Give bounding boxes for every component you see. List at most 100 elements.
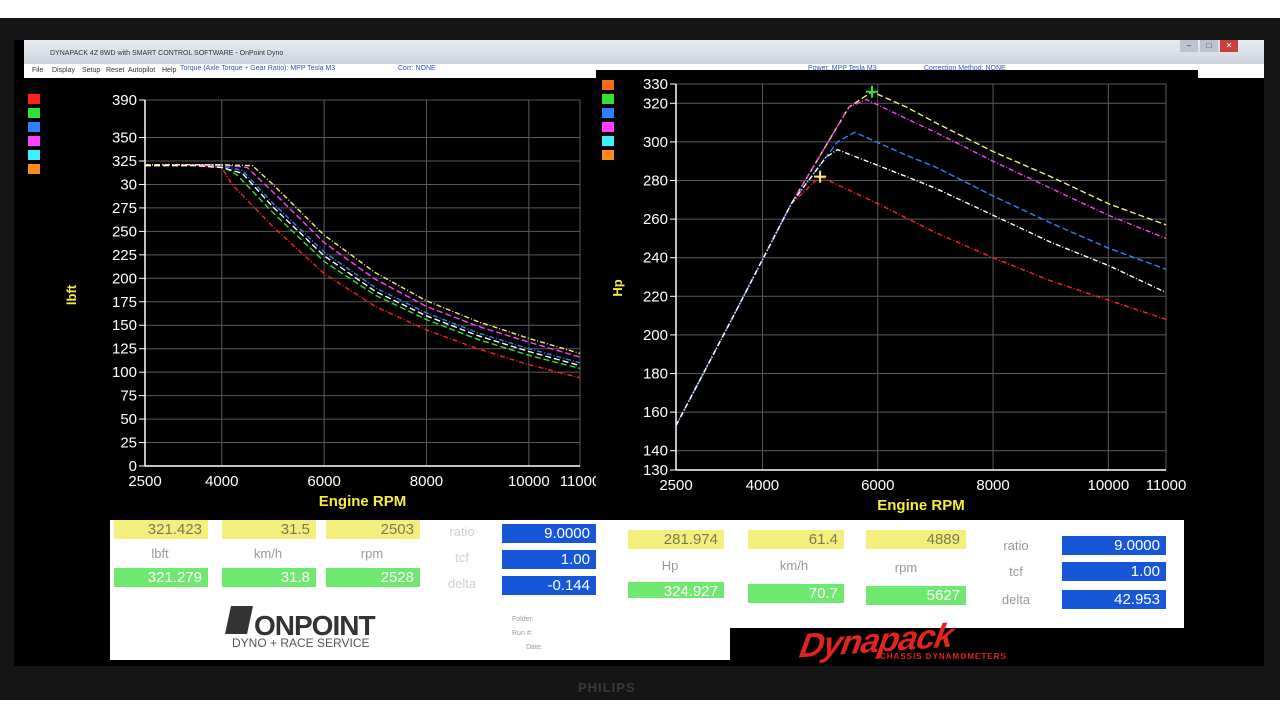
power-y-tick-label: 220 [643, 288, 668, 305]
left-ratio-value: 9.0000 [502, 524, 596, 543]
right-label-tcf: tcf [1009, 564, 1023, 579]
left-label-kmh: km/h [253, 546, 283, 561]
menu-help[interactable]: Help [162, 67, 176, 74]
torque-y-tick-label: 100 [112, 364, 137, 381]
left-bottom-readout-3: 2528 [326, 568, 420, 587]
window-titlebar: DYNAPACK 4Z 8WD with SMART CONTROL SOFTW… [24, 40, 1264, 64]
power-x-tick-label: 2500 [659, 477, 692, 494]
top-border [0, 0, 1280, 18]
left-label-delta: delta [447, 576, 477, 591]
power-x-tick-label: 4000 [746, 477, 779, 494]
power-y-axis-label: Hp [610, 279, 625, 296]
left-chart-corr: Corr: NONE [398, 65, 436, 72]
right-label-kmh: km/h [779, 558, 809, 573]
torque-x-tick-label: 11000 [560, 473, 601, 490]
power-x-tick-label: 11000 [1146, 477, 1187, 494]
power-y-tick-label: 130 [643, 462, 668, 479]
right-top-readout-2: 61.4 [748, 530, 844, 549]
torque-series-5 [145, 164, 581, 367]
right-top-readout-3: 4889 [866, 530, 966, 549]
left-bottom-readout-1: 321.279 [114, 568, 208, 587]
menu-display[interactable]: Display [52, 67, 75, 74]
right-label-hp: Hp [661, 558, 679, 573]
right-ratio-value: 9.0000 [1062, 536, 1166, 555]
power-legend-swatch [602, 122, 614, 132]
torque-x-axis-label: Engine RPM [319, 493, 407, 510]
power-y-tick-label: 200 [643, 327, 668, 344]
torque-y-tick-label: 75 [120, 388, 137, 405]
power-series-3 [675, 131, 1167, 426]
power-y-tick-label: 260 [643, 211, 668, 228]
info-date: Date: [526, 644, 543, 651]
power-legend-swatch [602, 136, 614, 146]
close-button[interactable]: ✕ [1220, 40, 1238, 52]
torque-legend-swatch [28, 150, 40, 160]
power-y-tick-label: 330 [643, 76, 668, 93]
power-y-tick-label: 140 [643, 443, 668, 460]
info-folder: Folder: [512, 616, 534, 623]
minimize-button[interactable]: – [1180, 40, 1198, 52]
torque-y-tick-label: 275 [112, 200, 137, 217]
menu-file[interactable]: File [32, 67, 43, 74]
power-chart-panel: 2500 4000 6000 8000 10000 11000 130 140 160 180 20… [596, 70, 1198, 520]
power-y-tick-label: 160 [643, 404, 668, 421]
left-bottom-readout-2: 31.8 [222, 568, 316, 587]
power-chart: 2500 4000 6000 8000 10000 11000 130 140 160 180 20… [602, 76, 1187, 514]
torque-y-tick-label: 0 [129, 458, 137, 475]
torque-y-tick-label: 200 [112, 270, 137, 287]
torque-y-tick-label: 150 [112, 317, 137, 334]
logo-area [110, 598, 730, 660]
power-legend-swatch [602, 108, 614, 118]
right-label-delta: delta [1001, 592, 1031, 607]
left-label-rpm: rpm [360, 546, 384, 561]
torque-y-tick-label: 350 [112, 130, 137, 147]
right-top-readout-1: 281.974 [628, 530, 724, 549]
torque-y-tick-label: 225 [112, 247, 137, 264]
power-x-tick-label: 10000 [1087, 477, 1129, 494]
torque-series-3 [145, 164, 581, 358]
right-label-rpm: rpm [894, 560, 918, 575]
window-title: DYNAPACK 4Z 8WD with SMART CONTROL SOFTW… [50, 50, 284, 57]
info-run: Run #: [512, 630, 533, 637]
left-top-readout-3: 2503 [326, 520, 420, 539]
left-chart-header: Torque (Axle Torque ÷ Gear Ratio): MPP T… [180, 65, 336, 72]
power-series-4 [675, 148, 1167, 426]
torque-y-tick-label: 125 [112, 341, 137, 358]
maximize-button[interactable]: □ [1200, 40, 1218, 52]
torque-legend-swatch [28, 94, 40, 104]
torque-x-tick-label: 8000 [410, 473, 443, 490]
menu-setup[interactable]: Setup [82, 67, 100, 74]
torque-legend-swatch [28, 136, 40, 146]
torque-chart: 2500 4000 6000 8000 10000 11000 0 25 50 75 100 125 1… [28, 92, 601, 510]
monitor-brand: PHILIPS [578, 680, 636, 695]
torque-y-tick-label: 250 [112, 223, 137, 240]
menu-reset[interactable]: Reset [106, 67, 124, 74]
left-label-lbft: lbft [151, 546, 169, 561]
torque-legend-swatch [28, 108, 40, 118]
power-y-tick-label: 180 [643, 366, 668, 383]
torque-legend-swatch [28, 122, 40, 132]
torque-chart-panel: 2500 4000 6000 8000 10000 11000 0 25 50 75 100 125 1… [20, 80, 612, 520]
right-tcf-value: 1.00 [1062, 562, 1166, 581]
torque-y-tick-label: 50 [120, 411, 137, 428]
torque-x-tick-label: 4000 [205, 473, 238, 490]
left-top-readout-1: 321.423 [114, 520, 208, 539]
left-top-readout-2: 31.5 [222, 520, 316, 539]
torque-legend-swatch [28, 164, 40, 174]
power-y-tick-label: 240 [643, 250, 668, 267]
torque-y-tick-label: 175 [112, 294, 137, 311]
menu-autopilot[interactable]: Autopilot [128, 67, 155, 74]
right-bottom-readout-2: 70.7 [748, 584, 844, 603]
bottom-border [0, 700, 1280, 720]
power-legend-swatch [602, 94, 614, 104]
power-legend-swatch [602, 80, 614, 90]
left-label-ratio: ratio [449, 524, 475, 539]
torque-series-0 [145, 164, 581, 379]
torque-x-tick-label: 10000 [508, 473, 550, 490]
power-x-tick-label: 8000 [976, 477, 1009, 494]
left-label-tcf: tcf [455, 550, 469, 565]
power-series-2 [675, 98, 1167, 426]
power-series-0 [675, 175, 1167, 426]
onpoint-tagline: DYNO + RACE SERVICE [232, 636, 370, 650]
right-bottom-readout-3: 5627 [866, 586, 966, 605]
